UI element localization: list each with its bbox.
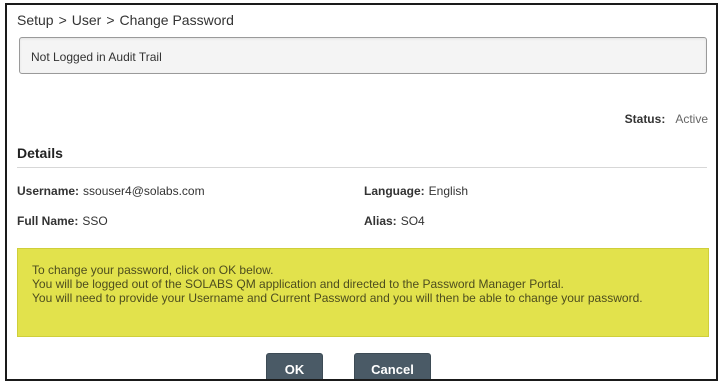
username-field: Username: ssouser4@solabs.com [17,184,205,198]
breadcrumb-item-user[interactable]: User [72,12,102,28]
breadcrumb-separator: > [58,12,67,28]
language-field: Language: English [364,184,468,198]
alias-label: Alias: [364,214,397,228]
instruction-line: You will need to provide your Username a… [32,291,643,305]
instruction-line: To change your password, click on OK bel… [32,263,274,277]
breadcrumb-item-setup[interactable]: Setup [17,12,54,28]
fullname-label: Full Name: [17,214,79,228]
instruction-line: You will be logged out of the SOLABS QM … [32,277,564,291]
breadcrumb-item-change-password: Change Password [119,12,234,28]
audit-trail-notice-text: Not Logged in Audit Trail [31,50,162,64]
details-heading: Details [17,145,63,161]
alias-field: Alias: SO4 [364,214,425,228]
status-value: Active [675,112,708,126]
fullname-field: Full Name: SSO [17,214,108,228]
audit-trail-notice: Not Logged in Audit Trail [19,37,707,74]
language-value: English [428,184,469,198]
ok-button[interactable]: OK [266,353,323,379]
fullname-value: SSO [82,214,108,228]
breadcrumb: Setup > User > Change Password [17,12,234,28]
password-change-instructions: To change your password, click on OK bel… [17,248,709,337]
language-label: Language: [364,184,425,198]
details-divider [17,167,707,168]
alias-value: SO4 [400,214,425,228]
username-value: ssouser4@solabs.com [83,184,205,198]
status-label: Status: [624,112,666,126]
status-row: Status: Active [625,112,708,126]
username-label: Username: [17,184,80,198]
change-password-panel: Setup > User > Change Password Not Logged in… [5,3,718,381]
breadcrumb-separator: > [106,12,115,28]
cancel-button[interactable]: Cancel [354,353,431,379]
